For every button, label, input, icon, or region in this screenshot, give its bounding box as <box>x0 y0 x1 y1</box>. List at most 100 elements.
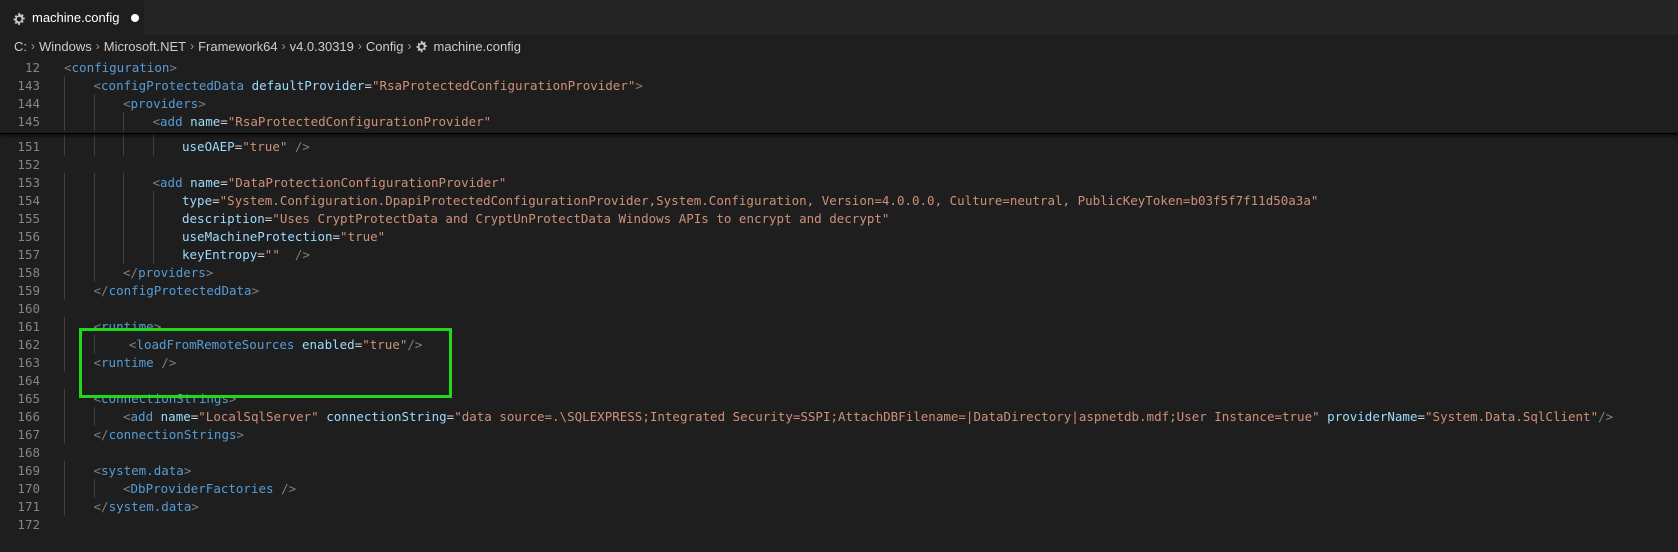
code-line[interactable]: 151 useOAEP="true" /> <box>0 137 1678 156</box>
indent-guide <box>93 407 95 426</box>
line-number: 171 <box>17 499 40 514</box>
chevron-right-icon: › <box>31 39 35 53</box>
code-token: /> <box>1598 409 1614 424</box>
code-line[interactable]: 170 <DbProviderFactories /> <box>0 479 1678 498</box>
code-line[interactable]: 171 </system.data> <box>0 497 1678 516</box>
code-token: type <box>182 193 213 208</box>
code-token: add <box>160 175 183 190</box>
indent-guide <box>93 209 95 228</box>
code-token: providers <box>138 265 206 280</box>
indent-guide <box>64 317 65 336</box>
code-line[interactable]: 159 </configProtectedData> <box>0 281 1678 300</box>
code-token: configuration <box>71 60 170 75</box>
code-editor[interactable]: 12 <configuration> 143 <configProtectedData… <box>0 57 1678 552</box>
indent-guide <box>93 479 95 498</box>
line-number: 155 <box>17 211 40 226</box>
code-token: > <box>205 265 214 280</box>
code-line[interactable]: 12 <configuration> <box>0 58 1678 77</box>
indent-guide <box>93 94 95 113</box>
breadcrumb-item-file[interactable]: machine.config <box>433 39 520 54</box>
breadcrumb-item-framework64[interactable]: Framework64 <box>198 39 277 54</box>
code-token: > <box>183 463 192 478</box>
code-token: keyEntropy <box>182 247 258 262</box>
tab-label: machine.config <box>32 10 120 25</box>
line-number: 163 <box>17 355 40 370</box>
code-token: > <box>236 427 245 442</box>
breadcrumb-item-version[interactable]: v4.0.30319 <box>290 39 354 54</box>
tab-machine-config[interactable]: machine.config <box>0 0 144 35</box>
code-token: useMachineProtection <box>182 229 333 244</box>
code-line[interactable]: 152 <box>0 155 1678 174</box>
indent-guide <box>152 245 154 264</box>
line-number: 157 <box>17 247 40 262</box>
code-token: < <box>152 114 161 129</box>
line-number: 169 <box>17 463 40 478</box>
breadcrumb-item-config[interactable]: Config <box>366 39 404 54</box>
indent-guide <box>123 137 124 156</box>
code-token: useOAEP <box>182 139 235 154</box>
indent-guide <box>64 137 65 156</box>
code-token: < <box>64 60 72 75</box>
code-text: <configProtectedData defaultProvider="Rs… <box>94 76 643 95</box>
code-line[interactable]: 145 <add name="RsaProtectedConfigurationP… <box>0 112 1678 131</box>
code-token: "RsaProtectedConfigurationProvider" <box>371 78 636 93</box>
indent-guide <box>93 191 95 210</box>
code-token: name <box>160 409 191 424</box>
breadcrumb-item-microsoft-net[interactable]: Microsoft.NET <box>104 39 186 54</box>
code-text: keyEntropy="" /> <box>182 245 310 264</box>
breadcrumb-item-windows[interactable]: Windows <box>39 39 92 54</box>
line-number: 160 <box>17 301 40 316</box>
code-text: </connectionStrings> <box>94 425 245 444</box>
indent-guide <box>64 245 65 264</box>
breadcrumb-item-drive[interactable]: C: <box>14 39 27 54</box>
code-token: "System.Configuration.DpapiProtectedConf… <box>219 193 1319 208</box>
code-token: > <box>198 96 206 111</box>
code-line[interactable]: 167 </connectionStrings> <box>0 425 1678 444</box>
code-token: /> <box>281 481 297 496</box>
code-token: "data source=.\SQLEXPRESS;Integrated Sec… <box>454 409 1320 424</box>
code-token: = <box>212 193 220 208</box>
code-line[interactable]: 157 keyEntropy="" /> <box>0 245 1678 264</box>
code-token: "LocalSqlServer" <box>198 409 319 424</box>
code-line[interactable]: 169 <system.data> <box>0 461 1678 480</box>
sticky-scroll[interactable]: 12 <configuration> 143 <configProtectedData… <box>0 57 1678 134</box>
line-number: 154 <box>17 193 40 208</box>
indent-guide <box>152 227 154 246</box>
code-token: </ <box>93 283 109 298</box>
indent-guide <box>93 173 95 192</box>
code-token: system.data <box>108 499 192 514</box>
indent-guide <box>64 227 65 246</box>
indent-guide <box>123 227 124 246</box>
unsaved-dot-icon[interactable] <box>131 13 140 22</box>
code-token: = <box>332 229 341 244</box>
indent-guide <box>64 335 65 354</box>
code-line[interactable]: 153 <add name="DataProtectionConfiguratio… <box>0 173 1678 192</box>
line-number: 165 <box>17 391 40 406</box>
code-line[interactable]: 143 <configProtectedData defaultProvider=… <box>0 76 1678 95</box>
code-line[interactable]: 144 <providers> <box>0 94 1678 113</box>
code-line[interactable]: 172 <box>0 515 1678 534</box>
indent-guide <box>64 479 65 498</box>
line-number: 161 <box>17 319 40 334</box>
code-line[interactable]: 168 <box>0 443 1678 462</box>
indent-guide <box>123 191 124 210</box>
line-number: 167 <box>17 427 40 442</box>
code-token: </ <box>93 427 109 442</box>
code-token: > <box>635 78 643 93</box>
code-line[interactable]: 156 useMachineProtection="true" <box>0 227 1678 246</box>
code-line[interactable]: 154 type="System.Configuration.DpapiProte… <box>0 191 1678 210</box>
code-line[interactable]: 158 </providers> <box>0 263 1678 282</box>
indent-guide <box>64 389 65 408</box>
code-line[interactable]: 166 <add name = "LocalSqlServer" connection… <box>0 407 1678 426</box>
code-line[interactable]: 160 <box>0 299 1678 318</box>
code-line[interactable]: 155 description="Uses CryptProtectData an… <box>0 209 1678 228</box>
code-token: < <box>123 481 131 496</box>
indent-guide <box>123 209 124 228</box>
indent-guide <box>64 76 65 95</box>
code-token: "true" <box>340 229 386 244</box>
highlight-box <box>79 328 452 398</box>
code-token: </ <box>123 265 139 280</box>
